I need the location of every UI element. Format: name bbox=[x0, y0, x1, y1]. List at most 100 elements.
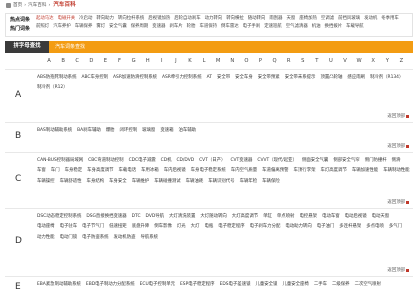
entry-link[interactable]: 爆胎 bbox=[106, 128, 115, 133]
entry-link[interactable]: 车辆舒适性 bbox=[60, 179, 82, 184]
entry-link[interactable]: BA刹车辅助 bbox=[77, 128, 101, 133]
entry-link[interactable]: 车辆碰撞测试 bbox=[154, 179, 180, 184]
letter-index-t[interactable]: T bbox=[310, 58, 324, 64]
entry-link[interactable]: 大灯随动转向 bbox=[200, 214, 226, 219]
letter-index-o[interactable]: O bbox=[239, 58, 253, 64]
letter-index-v[interactable]: V bbox=[338, 58, 352, 64]
entry-link[interactable]: 车辆加速性能 bbox=[352, 168, 378, 173]
entry-link[interactable]: 侧滑 bbox=[392, 158, 401, 163]
entry-link[interactable]: CD机 bbox=[161, 158, 172, 163]
entry-link[interactable]: CDC电子减震 bbox=[129, 158, 156, 163]
entry-link[interactable]: ASR牵引力控制系统 bbox=[162, 75, 202, 80]
entry-link[interactable]: CVT（日产） bbox=[199, 158, 225, 163]
entry-link[interactable]: 二手车 bbox=[314, 282, 327, 287]
entry-link[interactable]: 二级保养 bbox=[332, 282, 350, 287]
hot-word-link[interactable]: 轮胎 bbox=[187, 24, 196, 29]
entry-link[interactable]: ABS防抱死制动系统 bbox=[37, 75, 76, 80]
entry-link[interactable]: ECU电子控制单元 bbox=[140, 282, 175, 287]
letter-index-n[interactable]: N bbox=[225, 58, 239, 64]
letter-index-r[interactable]: R bbox=[282, 58, 296, 64]
hot-word-link[interactable]: 倒车雷达 bbox=[221, 24, 239, 29]
letter-index-s[interactable]: S bbox=[296, 58, 310, 64]
letter-index-d[interactable]: D bbox=[84, 58, 98, 64]
letter-index-w[interactable]: W bbox=[352, 58, 366, 64]
entry-link[interactable]: 大灯 bbox=[191, 224, 200, 229]
entry-link[interactable]: 车身结构 bbox=[87, 179, 105, 184]
back-to-top-link[interactable]: 返回顶部 bbox=[387, 114, 409, 119]
letter-index-e[interactable]: E bbox=[98, 58, 112, 64]
entry-link[interactable]: 电子油门 bbox=[317, 224, 335, 229]
tab-term-search[interactable]: 汽车词条查找 bbox=[55, 41, 85, 53]
entry-link[interactable]: DVD导航 bbox=[146, 214, 164, 219]
entry-link[interactable]: 车门 bbox=[51, 168, 60, 173]
hot-word-link[interactable]: 定速巡航 bbox=[264, 24, 282, 29]
letter-index-a[interactable]: A bbox=[42, 58, 56, 64]
letter-index-c[interactable]: C bbox=[70, 58, 84, 64]
letter-index-k[interactable]: K bbox=[183, 58, 197, 64]
entry-link[interactable]: 车身安全 bbox=[109, 179, 127, 184]
hot-word-link[interactable]: 电磁开关 bbox=[58, 16, 76, 21]
entry-link[interactable]: DTC bbox=[132, 214, 141, 219]
entry-link[interactable]: AT bbox=[207, 75, 212, 80]
entry-link[interactable]: DSG直接换挡变速器 bbox=[86, 214, 126, 219]
hot-word-link[interactable]: 冷启动 bbox=[79, 16, 92, 21]
entry-link[interactable]: 车顶行李架 bbox=[294, 168, 316, 173]
entry-link[interactable]: 底盘升降 bbox=[132, 224, 150, 229]
entry-link[interactable]: CBC弯道制动控制 bbox=[88, 158, 123, 163]
entry-link[interactable]: 安全车身 bbox=[235, 75, 253, 80]
entry-link[interactable]: 侧门防撞杆 bbox=[365, 158, 387, 163]
breadcrumb-parent-link[interactable]: 汽车百科 bbox=[28, 3, 46, 9]
letter-index-j[interactable]: J bbox=[169, 58, 183, 64]
letter-index-f[interactable]: F bbox=[112, 58, 126, 64]
entry-link[interactable]: 电子驻车 bbox=[60, 224, 78, 229]
entry-link[interactable]: 玻璃窗 bbox=[142, 128, 155, 133]
hot-word-link[interactable]: 机油 bbox=[312, 24, 321, 29]
entry-link[interactable]: 顶置凸轮轴 bbox=[320, 75, 342, 80]
entry-link[interactable]: 车内后视镜 bbox=[164, 168, 186, 173]
back-to-top-link[interactable]: 返回顶部 bbox=[387, 144, 409, 149]
entry-link[interactable]: 电动座椅 bbox=[37, 224, 55, 229]
hot-word-link[interactable]: 冬季用车 bbox=[381, 16, 399, 21]
entry-link[interactable]: 二次空气喷射 bbox=[355, 282, 381, 287]
entry-link[interactable]: 多气门 bbox=[389, 224, 402, 229]
back-to-top-link[interactable]: 返回顶部 bbox=[387, 268, 409, 273]
letter-index-l[interactable]: L bbox=[197, 58, 211, 64]
entry-link[interactable]: 车辆操控 bbox=[37, 179, 55, 184]
hot-word-link[interactable]: 空调滤 bbox=[321, 16, 334, 21]
entry-link[interactable]: 制冷剂（R12） bbox=[37, 85, 68, 90]
hot-word-link[interactable]: 前挡风玻璃 bbox=[338, 16, 360, 21]
entry-link[interactable]: 电子刹车力分配 bbox=[250, 224, 281, 229]
hot-word-link[interactable]: 动力转向 bbox=[205, 16, 223, 21]
hot-word-link[interactable]: 雾灯 bbox=[96, 24, 105, 29]
entry-link[interactable]: CD/DVD bbox=[176, 158, 194, 163]
letter-index-z[interactable]: Z bbox=[394, 58, 408, 64]
entry-link[interactable]: 电子稳定程序 bbox=[218, 224, 244, 229]
letter-index-h[interactable]: H bbox=[141, 58, 155, 64]
hot-word-link[interactable]: 电子手刹 bbox=[243, 24, 261, 29]
entry-link[interactable]: 电控悬架 bbox=[299, 214, 317, 219]
hot-word-link[interactable]: 座椅加热 bbox=[299, 16, 317, 21]
entry-link[interactable]: EBD电子制动力分配系统 bbox=[86, 282, 135, 287]
entry-link[interactable]: ESP电子稳定程序 bbox=[180, 282, 215, 287]
entry-link[interactable]: 车辆识别代号 bbox=[208, 179, 234, 184]
letter-index-m[interactable]: M bbox=[211, 58, 225, 64]
entry-link[interactable]: 儿童安全座椅 bbox=[282, 282, 308, 287]
hot-word-link[interactable]: 雨刮器 bbox=[269, 16, 282, 21]
hot-word-link[interactable]: 车道保持 bbox=[199, 24, 217, 29]
entry-link[interactable]: 车道偏离预警 bbox=[262, 168, 288, 173]
hot-word-link[interactable]: 安全气囊 bbox=[109, 24, 127, 29]
entry-link[interactable]: 车辆保险 bbox=[262, 179, 280, 184]
entry-link[interactable]: 多连杆悬架 bbox=[339, 224, 361, 229]
hot-word-link[interactable]: 发动机 bbox=[364, 16, 377, 21]
letter-index-q[interactable]: Q bbox=[268, 58, 282, 64]
entry-link[interactable]: 电子节气门 bbox=[82, 224, 104, 229]
hot-word-link[interactable]: 后轮自动刹车 bbox=[174, 16, 200, 21]
entry-link[interactable]: 闭环控制 bbox=[120, 128, 138, 133]
hot-word-link[interactable]: 车辆保养 bbox=[75, 24, 93, 29]
hot-word-link[interactable]: 车载导航 bbox=[346, 24, 364, 29]
entry-link[interactable]: 电动门锁 bbox=[60, 235, 78, 240]
entry-link[interactable]: 感应雨刷 bbox=[347, 75, 365, 80]
entry-link[interactable]: CVT变速器 bbox=[230, 158, 252, 163]
letter-index-b[interactable]: B bbox=[56, 58, 70, 64]
hot-word-link[interactable]: 起动马达 bbox=[36, 16, 54, 21]
